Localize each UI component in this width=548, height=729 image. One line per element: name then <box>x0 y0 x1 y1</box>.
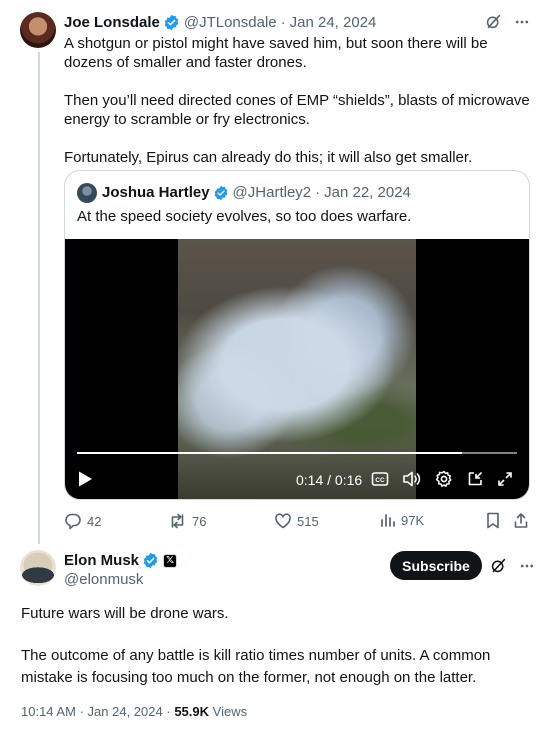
view-count: 97K <box>401 512 425 528</box>
grok-icon[interactable] <box>485 13 502 30</box>
quoted-tweet-header: Joshua Hartley @JHartley2 · Jan 22, 2024 <box>102 184 411 201</box>
more-options-icon[interactable] <box>514 14 530 30</box>
separator-dot: · <box>315 184 321 201</box>
quoted-tweet-card[interactable]: Joshua Hartley @JHartley2 · Jan 22, 2024… <box>64 170 530 500</box>
separator-dot: · <box>79 704 84 719</box>
author-handle[interactable]: @elonmusk <box>64 571 143 588</box>
heart-icon <box>275 513 291 529</box>
author-name[interactable]: Joe Lonsdale <box>64 14 160 31</box>
parent-tweet-text: A shotgun or pistol might have saved him… <box>64 34 534 186</box>
tweet-time[interactable]: 10:14 AM <box>21 704 76 719</box>
bookmark-icon <box>487 512 499 529</box>
main-tweet-author: Elon Musk 𝕏 <box>64 552 178 569</box>
verified-badge-icon <box>214 185 227 200</box>
captions-icon[interactable]: CC <box>371 471 389 487</box>
separator-dot: · <box>280 13 286 31</box>
separator-dot: · <box>166 704 171 719</box>
parent-tweet-actions <box>485 13 530 30</box>
grok-icon[interactable] <box>490 557 507 574</box>
tweet-date[interactable]: Jan 24, 2024 <box>88 704 163 719</box>
share-icon <box>514 513 528 528</box>
reply-icon <box>65 513 81 530</box>
avatar[interactable] <box>20 550 56 586</box>
picture-in-picture-icon[interactable] <box>466 470 484 488</box>
analytics-bar-icon <box>381 514 395 527</box>
quoted-author-name[interactable]: Joshua Hartley <box>102 184 210 201</box>
tweet-paragraph: Fortunately, Epirus can already do this;… <box>64 149 473 166</box>
subscribe-button[interactable]: Subscribe <box>390 551 482 580</box>
video-time-display: 0:14 / 0:16 <box>296 472 363 488</box>
author-handle[interactable]: @JTLonsdale <box>184 14 277 31</box>
video-progress-fill <box>77 452 462 454</box>
tweet-paragraph: The outcome of any battle is kill ratio … <box>21 647 491 686</box>
quoted-avatar[interactable] <box>77 183 97 203</box>
more-options-icon[interactable] <box>519 558 535 574</box>
play-icon[interactable] <box>77 470 93 488</box>
video-progress-bar[interactable] <box>77 452 517 454</box>
main-tweet-text: Future wars will be drone wars. The outc… <box>21 603 531 709</box>
settings-gear-icon[interactable] <box>435 470 453 488</box>
share-button[interactable] <box>513 512 529 529</box>
svg-text:CC: CC <box>375 477 385 484</box>
repost-count: 76 <box>192 513 207 529</box>
volume-icon[interactable] <box>402 470 422 488</box>
repost-icon <box>171 513 184 529</box>
author-name[interactable]: Elon Musk <box>64 552 139 569</box>
quoted-tweet-text: At the speed society evolves, so too doe… <box>77 208 412 225</box>
affiliate-x-logo-icon[interactable]: 𝕏 <box>163 553 178 568</box>
view-count[interactable]: 55.9K <box>174 704 209 719</box>
parent-tweet-header: Joe Lonsdale @JTLonsdale · Jan 24, 2024 <box>64 13 376 31</box>
fullscreen-icon[interactable] <box>497 471 513 487</box>
thread-connector-line <box>38 52 40 544</box>
tweet-paragraph: A shotgun or pistol might have saved him… <box>64 35 488 71</box>
like-count: 515 <box>297 513 319 529</box>
views-button[interactable]: 97K <box>380 512 424 528</box>
quoted-tweet-date[interactable]: Jan 22, 2024 <box>324 184 411 201</box>
like-button[interactable]: 515 <box>274 512 319 530</box>
tweet-date[interactable]: Jan 24, 2024 <box>290 14 377 31</box>
views-label: Views <box>212 704 248 719</box>
video-player[interactable]: 0:14 / 0:16 CC <box>65 239 529 499</box>
video-controls: CC <box>371 470 513 488</box>
tweet-paragraph: Then you’ll need directed cones of EMP “… <box>64 92 530 128</box>
bookmark-button[interactable] <box>485 512 501 529</box>
reply-count: 42 <box>87 513 102 529</box>
video-frame <box>178 239 416 499</box>
repost-button[interactable]: 76 <box>168 512 206 530</box>
main-tweet-actions <box>490 557 535 574</box>
verified-badge-icon <box>164 14 179 30</box>
reply-button[interactable]: 42 <box>64 512 101 530</box>
verified-badge-icon <box>143 552 158 569</box>
quoted-author-handle[interactable]: @JHartley2 <box>233 184 312 201</box>
engagement-bar: 42 76 515 97K <box>64 512 530 532</box>
avatar[interactable] <box>20 12 56 48</box>
tweet-paragraph: Future wars will be drone wars. <box>21 605 229 622</box>
tweet-metadata: 10:14 AM · Jan 24, 2024 · 55.9K Views <box>21 704 247 719</box>
